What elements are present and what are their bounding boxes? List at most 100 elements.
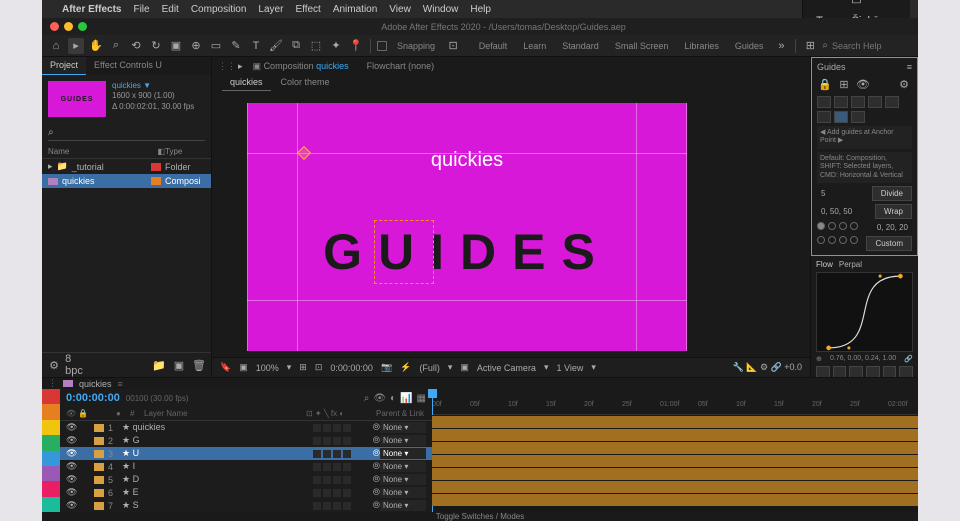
snapping-checkbox[interactable] <box>377 41 387 51</box>
custom-button[interactable]: Custom <box>866 236 912 251</box>
preview-icon[interactable]: ▣ <box>460 362 469 373</box>
panel-grip-icon[interactable]: ⋮⋮ <box>218 61 236 72</box>
curve-link-icon[interactable]: 🔗 <box>904 355 913 363</box>
search-layer-icon[interactable]: ⌕ <box>364 393 370 404</box>
curve-handle-icon[interactable]: ⊕ <box>816 355 822 363</box>
layer-row[interactable]: 👁3★ U⦾None ▾ <box>60 447 432 460</box>
preset-icon[interactable] <box>833 366 847 377</box>
lock-icon[interactable]: 🔒 <box>817 76 833 92</box>
align-bottom-icon[interactable] <box>817 111 831 123</box>
viewer[interactable]: quickies GUIDES <box>212 91 810 357</box>
align-right-icon[interactable] <box>851 96 865 108</box>
ease-curve[interactable] <box>816 272 913 352</box>
trash-icon[interactable]: 🗑 <box>191 357 207 373</box>
mask-icon[interactable]: ▣ <box>239 362 248 373</box>
label-swatch[interactable] <box>151 163 161 171</box>
frame-blend-icon[interactable]: ▦ <box>417 393 426 404</box>
layer-row[interactable]: 👁2★ G⦾None ▾ <box>60 434 432 447</box>
edge-mode-icon[interactable] <box>851 111 865 123</box>
tab-flow[interactable]: Flow <box>816 260 833 269</box>
ws-overflow-icon[interactable]: » <box>773 38 789 54</box>
shy-icon[interactable]: 👁 <box>373 393 386 404</box>
ws-standard[interactable]: Standard <box>556 41 605 51</box>
timecode[interactable]: 0:00:00:00 <box>66 392 120 404</box>
resolution-dropdown[interactable]: (Full) <box>419 363 440 373</box>
views-dropdown[interactable]: 1 View <box>556 363 583 373</box>
flowchart-tab[interactable]: Flowchart (none) <box>359 58 443 74</box>
project-search[interactable]: ⌕ <box>48 127 205 141</box>
divide-button[interactable]: Divide <box>872 186 912 201</box>
divide-count-input[interactable]: 5 <box>817 188 829 199</box>
preset-icon[interactable] <box>866 366 880 377</box>
canvas-subtitle[interactable]: quickies <box>247 149 687 172</box>
zoom-tool[interactable]: ⌕ <box>108 38 124 54</box>
type-tool[interactable]: T <box>248 38 264 54</box>
brush-tool[interactable]: 🖌 <box>268 38 284 54</box>
marker-icon[interactable]: 🔖 <box>220 362 231 373</box>
pen-tool[interactable]: ✎ <box>228 38 244 54</box>
tab-effect-controls[interactable]: Effect Controls U <box>86 57 170 75</box>
col-name[interactable]: Name <box>48 147 157 156</box>
home-icon[interactable]: ⌂ <box>48 38 64 54</box>
pan-behind-tool[interactable]: ⊕ <box>188 38 204 54</box>
menu-layer[interactable]: Layer <box>258 4 283 15</box>
layer-row[interactable]: 👁1★ quickies⦾None ▾ <box>60 421 432 434</box>
custom-values-input[interactable]: 0, 20, 20 <box>873 222 912 233</box>
grid-icon[interactable]: ⊞ <box>836 76 852 92</box>
menu-app[interactable]: After Effects <box>62 4 121 15</box>
rotate-tool[interactable]: ↻ <box>148 38 164 54</box>
stamp-tool[interactable]: ⧉ <box>288 38 304 54</box>
menu-file[interactable]: File <box>133 4 149 15</box>
project-item-comp[interactable]: quickies Composi <box>42 174 211 188</box>
twirl-icon[interactable]: ▸ <box>48 161 53 172</box>
preset-icon[interactable] <box>899 366 913 377</box>
preset-icon[interactable] <box>849 366 863 377</box>
align-left-icon[interactable] <box>817 96 831 108</box>
res-icon[interactable]: ⊞ <box>299 362 307 373</box>
align-hcenter-icon[interactable] <box>834 96 848 108</box>
orbit-tool[interactable]: ⟲ <box>128 38 144 54</box>
unit-radio[interactable] <box>828 222 836 230</box>
layer-bar[interactable] <box>432 454 918 467</box>
unit-radio[interactable] <box>839 222 847 230</box>
ws-learn[interactable]: Learn <box>517 41 552 51</box>
selection-tool[interactable]: ▸ <box>68 38 84 54</box>
menu-animation[interactable]: Animation <box>333 4 377 15</box>
layer-bar[interactable] <box>432 480 918 493</box>
time-ruler[interactable]: 00f05f10f15f20f25f01:00f05f10f15f20f25f0… <box>432 389 918 415</box>
col-type[interactable]: Type <box>165 147 205 156</box>
comp-thumbnail[interactable]: GUIDES <box>48 81 106 117</box>
ws-guides[interactable]: Guides <box>729 41 770 51</box>
layer-bar[interactable] <box>432 493 918 506</box>
align-vcenter-icon[interactable] <box>885 96 899 108</box>
canvas-title[interactable]: GUIDES <box>247 223 687 281</box>
preset-icon[interactable] <box>816 366 830 377</box>
layer-row[interactable]: 👁6★ E⦾None ▾ <box>60 486 432 499</box>
snap-opt-icon[interactable]: ⊡ <box>445 38 461 54</box>
align-top-icon[interactable] <box>868 96 882 108</box>
menu-help[interactable]: Help <box>470 4 491 15</box>
project-item-folder[interactable]: ▸ 📁 _tutorial Folder <box>42 159 211 174</box>
eye-icon[interactable]: 👁 <box>855 76 871 92</box>
bpc-icon[interactable]: 8 bpc <box>66 357 82 373</box>
interpret-icon[interactable]: ⚙ <box>46 357 62 373</box>
hand-tool[interactable]: ✋ <box>88 38 104 54</box>
anchor-mode-icon[interactable] <box>834 111 848 123</box>
grid-icon[interactable]: ⊡ <box>315 362 323 373</box>
menu-view[interactable]: View <box>389 4 411 15</box>
ws-libraries[interactable]: Libraries <box>678 41 725 51</box>
layer-row[interactable]: 👁7★ S⦾None ▾ <box>60 499 432 512</box>
camera-tool[interactable]: ▣ <box>168 38 184 54</box>
unit-radio[interactable] <box>817 236 825 244</box>
ws-default[interactable]: Default <box>473 41 514 51</box>
layer-row[interactable]: 👁4★ I⦾None ▾ <box>60 460 432 473</box>
wrap-button[interactable]: Wrap <box>875 204 912 219</box>
camera-dropdown[interactable]: Active Camera <box>477 363 536 373</box>
tab-project[interactable]: Project <box>42 57 86 75</box>
layer-bar[interactable] <box>432 467 918 480</box>
subtab-quickies[interactable]: quickies <box>222 75 271 91</box>
tab-perpal[interactable]: Perpal <box>839 260 862 269</box>
time-display[interactable]: 0:00:00:00 <box>330 363 373 373</box>
layer-bar[interactable] <box>432 441 918 454</box>
col-label-icon[interactable]: ◧ <box>157 147 165 156</box>
